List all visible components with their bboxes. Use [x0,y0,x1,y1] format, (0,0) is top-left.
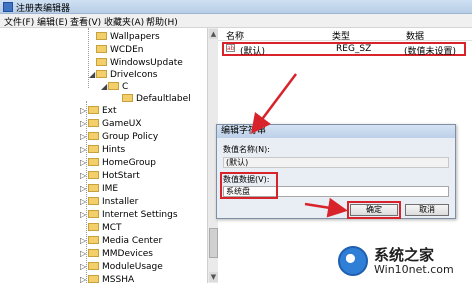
tree-item[interactable]: Group Policy [88,131,158,144]
value-row-default[interactable]: ab (默认) REG_SZ (数值未设置) [222,42,466,57]
expand-icon[interactable]: ▷ [80,143,86,156]
expand-icon[interactable]: ▷ [80,104,86,117]
folder-icon [88,261,99,270]
folder-icon [88,131,99,140]
scroll-thumb[interactable] [209,228,218,258]
value-data: (数值未设置) [404,47,457,57]
folder-icon [88,105,99,114]
scroll-up-icon[interactable]: ▲ [209,29,218,39]
value-name-label: 数值名称(N): [223,145,270,154]
folder-icon [122,93,133,102]
tree-item[interactable]: IME [88,183,118,196]
folder-icon [96,57,107,66]
column-name[interactable]: 名称 [226,29,244,42]
data-highlight-box [220,172,278,199]
regedit-icon [3,2,13,12]
tree-item[interactable]: Hints [88,144,125,157]
ok-highlight-box [347,201,401,219]
tree-item[interactable]: HotStart [88,170,140,183]
list-header: 名称 类型 数据 [218,28,472,42]
tree-item[interactable]: Installer [88,196,138,209]
folder-icon [88,144,99,153]
expand-icon[interactable]: ▷ [80,260,86,273]
expand-icon[interactable]: ▷ [80,195,86,208]
folder-icon [96,69,107,78]
menu-edit[interactable]: 编辑(E) [37,15,68,28]
folder-icon [88,170,99,179]
folder-icon [88,157,99,166]
menu-favorites[interactable]: 收藏夹(A) [104,15,144,28]
folder-icon [88,118,99,127]
tree-item[interactable]: MSSHA [88,274,134,283]
window-title: 注册表编辑器 [16,4,71,14]
expand-icon[interactable]: ▷ [80,156,86,169]
folder-icon [96,31,107,40]
menu-bar: 文件(F) 编辑(E) 查看(V) 收藏夹(A) 帮助(H) [0,14,472,28]
tree-item-selected[interactable]: Defaultlabel [122,93,191,106]
column-type[interactable]: 类型 [332,29,350,42]
folder-icon [88,196,99,205]
tree-item[interactable]: Internet Settings [88,209,178,222]
expand-icon[interactable]: ▷ [80,234,86,247]
watermark-title: 系统之家 [374,246,435,264]
value-type: REG_SZ [336,44,372,54]
tree-item[interactable]: MMDevices [88,248,153,261]
watermark-url: Win10net.com [374,263,454,276]
folder-icon [88,235,99,244]
tree-item[interactable]: Ext [88,105,117,118]
folder-icon [88,183,99,192]
tree-item[interactable]: WCDEn [96,44,144,57]
collapse-icon[interactable]: ◢ [101,80,107,93]
dialog-title: 编辑字符串 [217,125,455,138]
folder-icon [108,81,119,90]
expand-icon[interactable]: ▷ [80,130,86,143]
tree-item[interactable]: Wallpapers [96,31,160,44]
tree-item[interactable]: Media Center [88,235,162,248]
folder-icon [88,274,99,283]
folder-icon [96,44,107,53]
folder-icon [88,209,99,218]
value-name-field: (默认) [223,157,449,168]
expand-icon[interactable]: ▷ [80,247,86,260]
menu-view[interactable]: 查看(V) [70,15,101,28]
expand-icon[interactable]: ▷ [80,117,86,130]
watermark: 系统之家 Win10net.com [330,238,472,283]
tree-item[interactable]: MCT [88,222,122,235]
expand-icon[interactable]: ▷ [80,169,86,182]
menu-file[interactable]: 文件(F) [4,15,34,28]
tree-item[interactable]: GameUX [88,118,142,131]
win10-logo-icon [338,246,368,276]
expand-icon[interactable]: ▷ [80,182,86,195]
folder-icon [88,222,99,231]
tree-item[interactable]: HomeGroup [88,157,156,170]
edit-string-dialog: 编辑字符串 数值名称(N): (默认) 数值数据(V): 系统盘 确定 取消 [216,124,456,219]
collapse-icon[interactable]: ◢ [89,68,95,81]
value-name: (默认) [240,47,266,57]
folder-icon [88,248,99,257]
column-data[interactable]: 数据 [406,29,424,42]
scroll-down-icon[interactable]: ▼ [209,272,218,282]
title-bar: 注册表编辑器 [0,0,472,14]
menu-help[interactable]: 帮助(H) [146,15,178,28]
expand-icon[interactable]: ▷ [80,273,86,283]
tree-item[interactable]: ModuleUsage [88,261,163,274]
expand-icon[interactable]: ▷ [80,208,86,221]
string-value-icon: ab [226,44,235,52]
cancel-button[interactable]: 取消 [405,204,449,216]
registry-tree: Wallpapers WCDEn WindowsUpdate ◢ DriveIc… [0,28,207,283]
